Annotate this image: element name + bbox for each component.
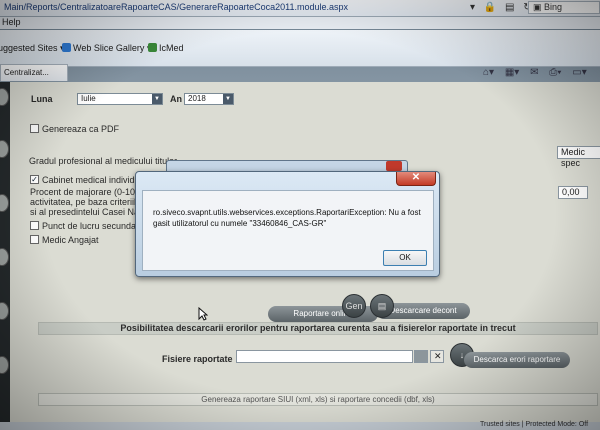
pdf-label: Genereaza ca PDF [42,124,120,134]
favorites-bar: Suggested Sites ▾ Web Slice Gallery ▾ Ic… [0,30,600,67]
ring-shape [0,194,9,212]
luna-label: Luna [31,94,53,104]
web-slice-icon [62,43,71,52]
procent-input[interactable]: 0,00 [558,186,588,199]
search-box[interactable]: ▣ Bing [528,1,600,14]
favorite-web-slice-gallery[interactable]: Web Slice Gallery ▾ [62,43,151,54]
dialog-message: ro.siveco.svapnt.utils.webservices.excep… [153,208,421,228]
cabinet-checkbox[interactable]: ✓ [30,175,39,184]
clear-icon[interactable]: ✕ [430,350,444,363]
an-select[interactable]: 2018 ▼ [184,93,234,105]
genereaza-siui-header: Genereaza raportare SIUI (xml, xls) si r… [38,393,598,406]
mail-icon[interactable]: ✉ [530,67,538,78]
punct-checkbox[interactable] [30,221,39,230]
angajat-checkbox[interactable] [30,235,39,244]
ring-shape [0,302,9,320]
chevron-down-icon[interactable]: ▼ [223,94,233,104]
an-value: 2018 [188,94,206,103]
browser-tab[interactable]: Centralizat... [0,64,68,81]
page-menu-icon[interactable]: ▭▾ [572,67,586,78]
procent-label-line1: Procent de majorare (0-100 [30,187,141,197]
menu-item-help[interactable]: Help [2,17,21,27]
compat-icon[interactable]: ▤ [505,2,514,13]
genereaza-siui-text: Genereaza raportare SIUI (xml, xls) si r… [201,395,435,404]
screen: Main/Reports/CentralizatoareRapoarteCAS/… [0,0,600,430]
ok-button[interactable]: OK [383,250,427,266]
descarca-erori-button[interactable]: Descarca erori raportare [464,352,570,368]
status-text: Trusted sites | Protected Mode: Off [480,421,589,428]
background-window-close-icon[interactable] [386,161,402,171]
url-text[interactable]: Main/Reports/CentralizatoareRapoarteCAS/… [4,2,348,12]
grad-label: Gradul profesional al medicului titular [29,156,178,166]
favorite-label-1: Web Slice Gallery ▾ [73,43,152,53]
generate-circle-label: Gen [345,301,363,311]
ring-shape [0,88,9,106]
favorite-label-0: Suggested Sites ▾ [0,43,65,53]
left-binding [0,82,10,422]
grad-value: Medic spec [561,147,586,168]
ring-shape [0,140,9,158]
home-icon[interactable]: ⌂▾ [483,67,494,78]
dropdown-icon[interactable]: ▾ [470,2,475,13]
punct-label: Punct de lucru secundar [42,221,140,231]
command-bar: ⌂▾ ▦▾ ✉ ⎙▾ ▭▾ [483,67,595,78]
favorite-suggested-sites[interactable]: Suggested Sites ▾ [0,43,65,54]
procent-label-line2: activitatea, pe baza criteriil [30,197,137,207]
procent-value: 0,00 [562,187,580,197]
mouse-cursor-icon [198,307,208,321]
descarca-erori-label: Descarca erori raportare [473,355,561,364]
bing-logo-icon: ▣ [533,2,545,12]
feeds-icon[interactable]: ▦▾ [505,67,519,78]
ring-shape [0,248,9,266]
ring-shape [0,356,9,374]
search-provider: Bing [544,2,563,12]
grad-select[interactable]: Medic spec [557,146,600,168]
posibilitatea-header: Posibilitatea descarcarii erorilor pentr… [38,322,598,335]
descarcare-decont-label: Descarcare decont [389,306,457,315]
generate-icon[interactable]: Gen [342,294,366,318]
chevron-down-icon[interactable]: ▼ [152,94,162,104]
cabinet-label: Cabinet medical individ [42,175,135,185]
dialog-body: ro.siveco.svapnt.utils.webservices.excep… [142,190,434,271]
fisiere-input[interactable] [236,350,413,363]
favorite-icmed[interactable]: IcMed [148,43,184,53]
luna-select[interactable]: Iulie ▼ [77,93,163,105]
posibilitatea-text: Posibilitatea descarcarii erorilor pentr… [120,323,516,333]
icmed-icon [148,43,157,52]
document-icon[interactable]: ▤ [370,294,394,318]
angajat-label: Medic Angajat [42,235,99,245]
print-icon[interactable]: ⎙▾ [549,67,561,78]
error-dialog: ✕ ro.siveco.svapnt.utils.webservices.exc… [135,171,440,277]
pdf-checkbox[interactable] [30,124,39,133]
an-label: An [170,94,182,104]
lock-icon[interactable]: 🔒 [484,2,496,13]
address-bar[interactable]: Main/Reports/CentralizatoareRapoarteCAS/… [0,0,600,17]
procent-label-line3: si al presedintelui Casei Nat [30,207,142,217]
luna-value: Iulie [81,94,96,103]
close-icon[interactable]: ✕ [396,172,436,186]
browse-icon[interactable] [414,350,428,363]
favorite-label-2: IcMed [159,43,184,53]
menu-bar: Help [0,17,600,29]
tab-title: Centralizat... [4,68,49,77]
fisiere-label: Fisiere raportate [162,354,233,364]
status-bar: Trusted sites | Protected Mode: Off [0,421,600,430]
